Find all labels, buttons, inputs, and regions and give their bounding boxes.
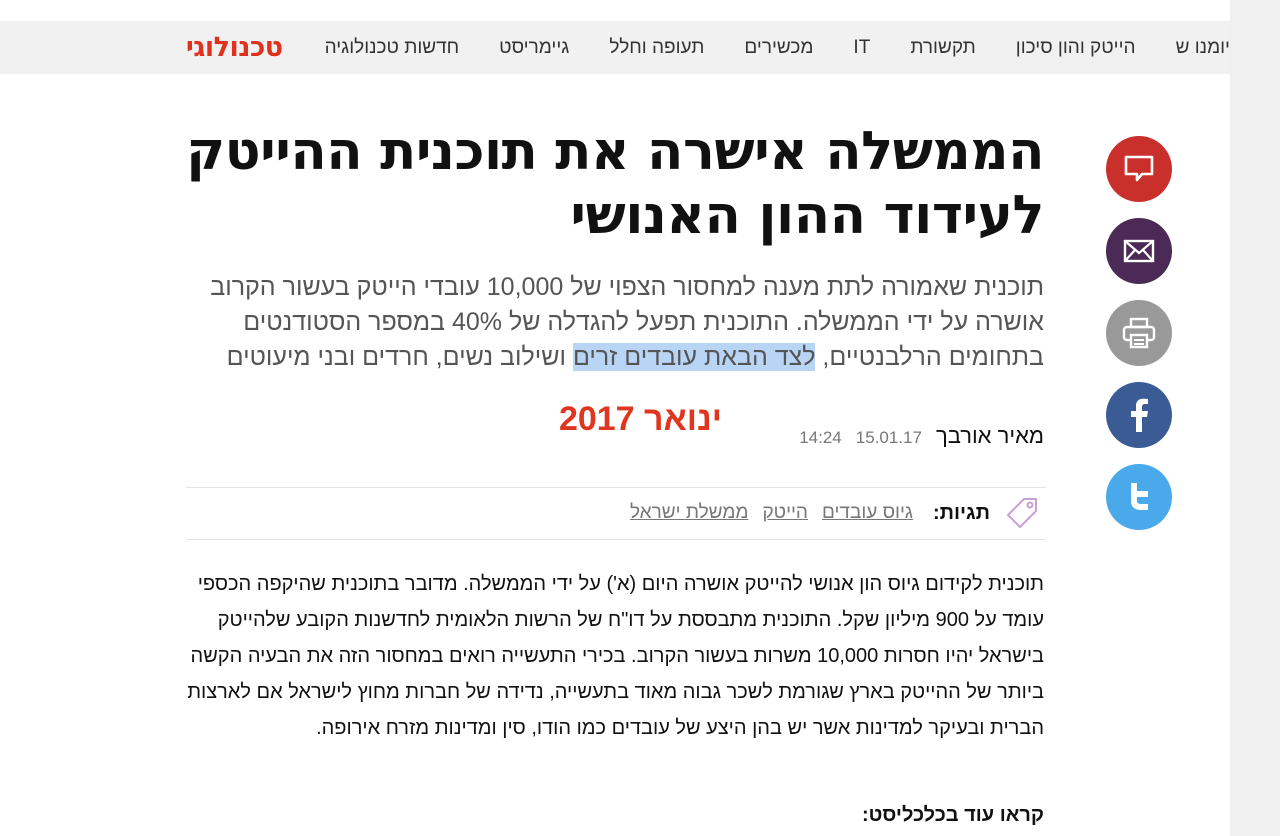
section-brand-link[interactable]: טכנולוגי: [186, 32, 285, 63]
headline: הממשלה אישרה את תוכנית ההייטק לעידוד ההו…: [186, 121, 1044, 246]
nav-item-diary[interactable]: יומנו ש: [1176, 37, 1230, 59]
subtitle: תוכנית שאמורה לתת מענה למחסור הצפוי של 1…: [204, 270, 1044, 375]
nav-item-it[interactable]: IT: [853, 37, 870, 59]
tags-row: תגיות: גיוס עובדים הייטק ממשלת ישראל: [630, 498, 1040, 528]
top-nav: טכנולוגי חדשות טכנולוגיה גיימריסט תעופה …: [0, 21, 1230, 74]
twitter-button[interactable]: [1106, 464, 1172, 530]
tag-link-recruitment[interactable]: גיוס עובדים: [822, 502, 913, 524]
nav-item-gamerist[interactable]: גיימריסט: [499, 37, 569, 59]
tag-link-hitech[interactable]: הייטק: [762, 502, 808, 524]
tag-icon: [1007, 498, 1037, 528]
byline: מאיר אורבך 15.01.17 14:24: [799, 423, 1044, 453]
tags-label: תגיות:: [932, 501, 990, 524]
scrollbar[interactable]: [1230, 0, 1280, 836]
mail-button[interactable]: [1106, 218, 1172, 284]
nav-item-hitech-vc[interactable]: הייטק והון סיכון: [1016, 37, 1136, 59]
twitter-icon: [1131, 483, 1148, 510]
comment-button[interactable]: [1106, 136, 1172, 202]
print-icon: [1122, 317, 1156, 349]
tag-link-israel-government[interactable]: ממשלת ישראל: [630, 502, 748, 524]
comment-icon: [1124, 155, 1154, 182]
facebook-icon: [1131, 398, 1148, 432]
publish-time: 14:24: [799, 428, 842, 447]
share-column: [1106, 136, 1172, 546]
print-button[interactable]: [1106, 300, 1172, 366]
divider: [186, 539, 1046, 540]
nav-item-devices[interactable]: מכשירים: [744, 37, 813, 59]
article-body: תוכנית לקידום גיוס הון אנושי להייטק אושר…: [187, 573, 1044, 739]
mail-icon: [1123, 239, 1155, 263]
nav-item-aviation-space[interactable]: תעופה וחלל: [609, 37, 704, 59]
nav-item-tech-news[interactable]: חדשות טכנולוגיה: [325, 37, 460, 59]
read-more-heading: קראו עוד בכלכליסט:: [861, 804, 1044, 826]
facebook-button[interactable]: [1106, 382, 1172, 448]
author-name[interactable]: מאיר אורבך: [936, 423, 1044, 449]
publish-date: 15.01.17: [855, 428, 922, 447]
nav-item-communications[interactable]: תקשורת: [910, 37, 975, 59]
divider: [186, 487, 1046, 488]
subtitle-text-end: ושילוב נשים, חרדים ובני מיעוטים: [226, 343, 573, 371]
date-annotation: ינואר 2017: [558, 400, 722, 438]
selected-text-highlight[interactable]: לצד הבאת עובדים זרים: [572, 343, 816, 371]
nav-items: טכנולוגי חדשות טכנולוגיה גיימריסט תעופה …: [158, 21, 1230, 74]
